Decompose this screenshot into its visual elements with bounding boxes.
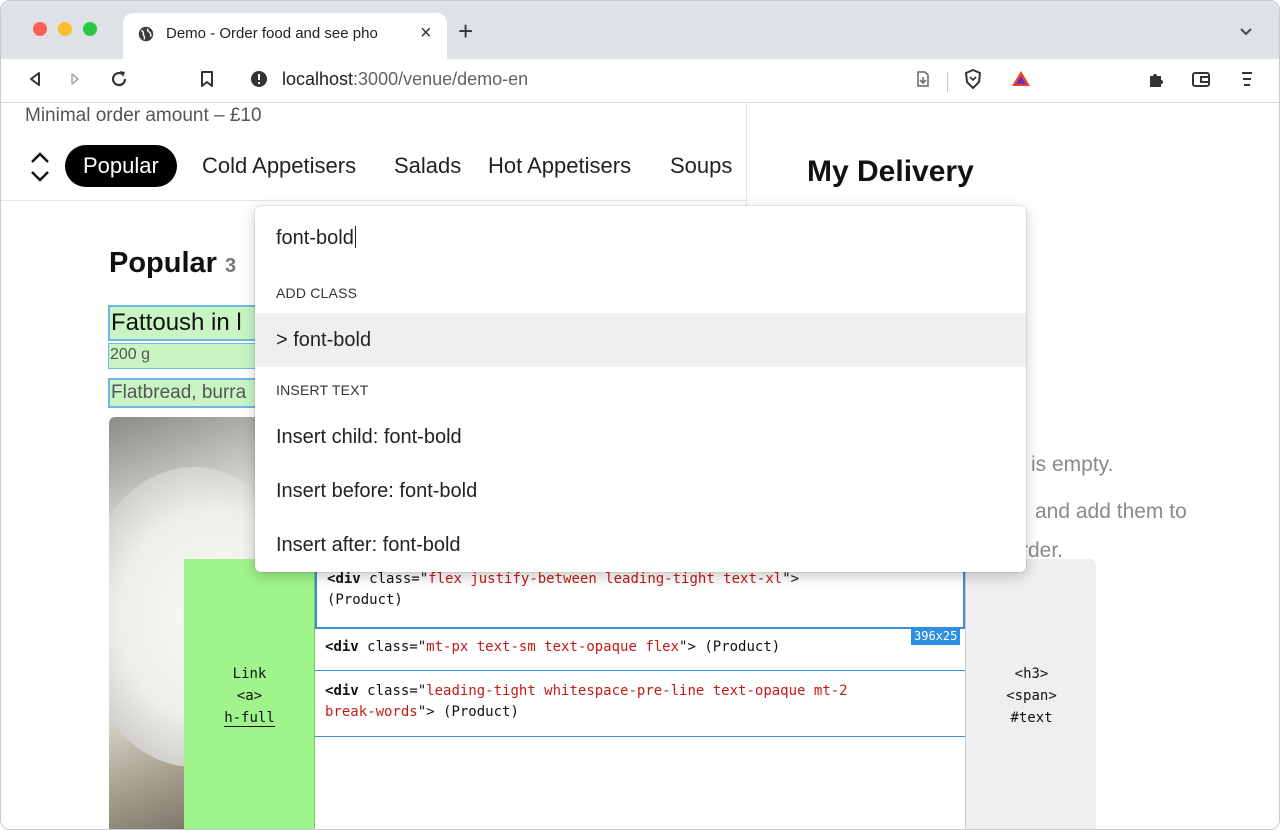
forward-icon[interactable] — [63, 67, 87, 91]
command-input[interactable]: font-bold — [276, 226, 976, 250]
child-tag-h3: <h3> — [1014, 666, 1049, 682]
minimize-window-button[interactable] — [58, 22, 72, 36]
product-description: Flatbread, burra — [108, 378, 258, 408]
inspector-row[interactable]: <div class="mt-px text-sm text-opaque fl… — [315, 627, 965, 671]
browser-toolbar: localhost:3000/venue/demo-en — [1, 59, 1279, 103]
install-app-icon[interactable] — [911, 67, 935, 91]
extensions-icon[interactable] — [1144, 67, 1168, 91]
row-class: flex justify-between leading-tight text-… — [428, 571, 783, 587]
chevron-down-icon[interactable] — [1236, 21, 1256, 41]
category-soups[interactable]: Soups — [670, 153, 732, 179]
element-size-badge: 396x25 — [911, 627, 961, 645]
category-nav: Popular Cold Appetisers Salads Hot Appet… — [1, 133, 747, 201]
inspector-child-panel[interactable]: <h3> <span> #text — [965, 559, 1097, 829]
category-popular[interactable]: Popular — [65, 145, 177, 187]
min-order-note: Minimal order amount – £10 — [25, 105, 262, 126]
browser-tab[interactable]: Demo - Order food and see pho × — [123, 13, 447, 59]
brave-rewards-icon[interactable] — [1009, 67, 1033, 91]
row-tail: > (Product) — [426, 704, 519, 720]
row-tag: div — [333, 683, 359, 699]
inspector-parent-panel[interactable]: Link <a> h-full — [184, 559, 315, 829]
row-tag: div — [333, 639, 359, 655]
inspector-row[interactable]: <div class="leading-tight whitespace-pre… — [315, 671, 965, 737]
address-bar[interactable]: localhost:3000/venue/demo-en — [282, 69, 528, 90]
command-palette: font-bold ADD CLASS > font-bold INSERT T… — [255, 206, 1026, 572]
row-class: leading-tight whitespace-pre-line text-o… — [426, 683, 848, 699]
dom-inspector-overlay: Link <a> h-full <div class="flex justify… — [184, 559, 1097, 829]
section-count: 3 — [225, 255, 237, 277]
child-text-node: #text — [1010, 710, 1053, 726]
insert-child-option[interactable]: Insert child: font-bold — [255, 410, 1026, 464]
row-tail: > (Product) — [687, 639, 781, 655]
brave-shield-icon[interactable] — [961, 67, 985, 91]
inspector-children: <div class="flex justify-between leading… — [315, 559, 965, 829]
row-tail: > — [790, 571, 800, 587]
maximize-window-button[interactable] — [83, 22, 97, 36]
product-weight: 200 g — [108, 343, 258, 369]
browser-window: Demo - Order food and see pho × + localh… — [0, 0, 1280, 830]
toolbar-separator — [947, 72, 948, 92]
back-icon[interactable] — [23, 67, 47, 91]
info-icon[interactable] — [249, 69, 269, 89]
section-add-class: ADD CLASS — [276, 285, 358, 301]
add-class-option[interactable]: > font-bold — [255, 313, 1026, 367]
row-component: (Product) — [327, 592, 403, 608]
reload-icon[interactable] — [107, 67, 131, 91]
new-tab-button[interactable]: + — [458, 18, 473, 44]
row-tag: div — [335, 571, 361, 587]
insert-after-option[interactable]: Insert after: font-bold — [255, 518, 1026, 572]
url-path: :3000/venue/demo-en — [353, 69, 529, 89]
url-host: localhost — [282, 69, 354, 89]
cart-empty-line-2: and add them to — [1035, 500, 1187, 523]
globe-icon — [138, 26, 154, 42]
bookmark-icon[interactable] — [195, 67, 219, 91]
page-content: Minimal order amount – £10 Popular Cold … — [1, 103, 1279, 829]
section-insert-text: INSERT TEXT — [276, 382, 369, 398]
menu-icon[interactable] — [1235, 67, 1259, 91]
tab-strip: Demo - Order food and see pho × + — [1, 1, 1279, 59]
row-class: mt-px text-sm text-opaque flex — [426, 639, 680, 655]
tab-title: Demo - Order food and see pho — [166, 25, 378, 42]
section-title-text: Popular — [109, 247, 217, 279]
inspector-child-label: <h3> <span> #text — [966, 663, 1097, 729]
parent-component: Link — [232, 666, 267, 682]
inspector-parent-label: Link <a> h-full — [184, 663, 315, 729]
command-query: font-bold — [276, 227, 354, 249]
category-hot-appetisers[interactable]: Hot Appetisers — [488, 153, 631, 179]
child-tag-span: <span> — [1006, 688, 1057, 704]
text-caret — [354, 226, 356, 248]
close-window-button[interactable] — [33, 22, 47, 36]
product-name[interactable]: Fattoush in l — [108, 305, 258, 341]
insert-before-option[interactable]: Insert before: font-bold — [255, 464, 1026, 518]
expand-collapse-icon[interactable] — [27, 149, 53, 185]
parent-tag: <a> — [236, 688, 263, 704]
category-cold-appetisers[interactable]: Cold Appetisers — [202, 153, 356, 179]
section-title: Popular 3 — [109, 247, 236, 280]
cart-title: My Delivery — [807, 155, 974, 188]
parent-class: h-full — [224, 710, 275, 727]
row-class-cont: break-words — [325, 704, 418, 720]
tab-close-icon[interactable]: × — [420, 22, 432, 45]
wallet-icon[interactable] — [1189, 67, 1213, 91]
category-salads[interactable]: Salads — [394, 153, 461, 179]
cart-empty-line-1: is empty. — [1031, 453, 1114, 476]
